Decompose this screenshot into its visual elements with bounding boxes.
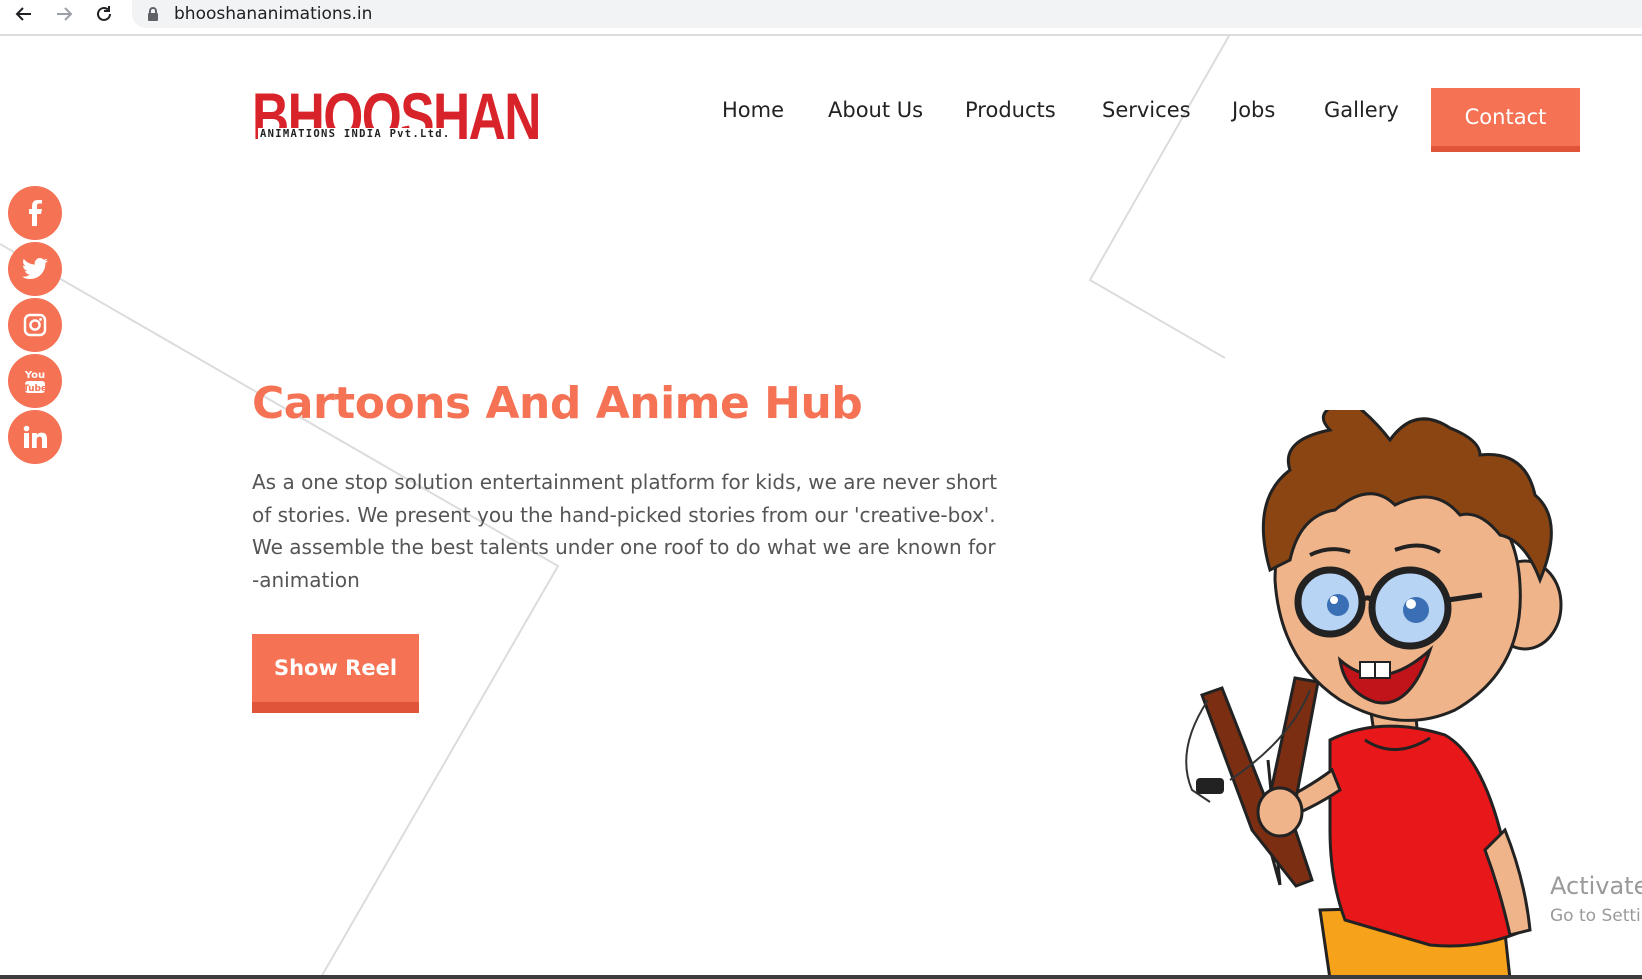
site-logo[interactable]: BHOOSHAN ANIMATIONS INDIA Pvt.Ltd. bbox=[252, 76, 541, 156]
logo-wordmark: BHOOSHAN bbox=[252, 79, 541, 153]
nav-about-us[interactable]: About Us bbox=[828, 98, 923, 122]
nav-jobs[interactable]: Jobs bbox=[1232, 98, 1275, 122]
address-bar[interactable]: bhooshananimations.in bbox=[132, 0, 1642, 28]
watermark-line-2: Go to Settir bbox=[1550, 906, 1642, 926]
logo-subtitle: ANIMATIONS INDIA Pvt.Ltd. bbox=[258, 128, 453, 141]
hero-description-line: As a one stop solution entertainment pla… bbox=[252, 470, 998, 494]
nav-services[interactable]: Services bbox=[1102, 98, 1191, 122]
hero-title: Cartoons And Anime Hub bbox=[252, 378, 863, 429]
instagram-icon[interactable] bbox=[8, 298, 62, 352]
nav-gallery[interactable]: Gallery bbox=[1324, 98, 1399, 122]
reload-icon[interactable] bbox=[90, 0, 118, 28]
linkedin-icon[interactable] bbox=[8, 410, 62, 464]
facebook-icon[interactable] bbox=[8, 186, 62, 240]
hero-description-line: -animation bbox=[252, 567, 360, 592]
nav-home[interactable]: Home bbox=[722, 98, 784, 122]
youtube-icon[interactable]: You Tube bbox=[8, 354, 62, 408]
svg-text:You: You bbox=[24, 370, 45, 381]
arrow-right-icon[interactable] bbox=[50, 0, 78, 28]
svg-text:Tube: Tube bbox=[23, 384, 47, 394]
contact-button[interactable]: Contact bbox=[1431, 88, 1580, 152]
cartoon-boy-illustration bbox=[1185, 410, 1563, 979]
show-reel-button[interactable]: Show Reel bbox=[252, 634, 419, 713]
browser-toolbar: bhooshananimations.in bbox=[0, 0, 1642, 36]
lock-icon bbox=[148, 7, 158, 21]
bottom-edge-bar bbox=[0, 975, 1642, 979]
nav-products[interactable]: Products bbox=[965, 98, 1056, 122]
arrow-left-icon[interactable] bbox=[10, 0, 38, 28]
url-text: bhooshananimations.in bbox=[174, 4, 373, 24]
hero-description-line: We assemble the best talents under one r… bbox=[252, 535, 996, 559]
hero-description-line: of stories. We present you the hand-pick… bbox=[252, 502, 996, 527]
activation-watermark: Activate Go to Settir bbox=[1550, 872, 1642, 926]
twitter-icon[interactable] bbox=[8, 242, 62, 296]
hero-description: As a one stop solution entertainment pla… bbox=[252, 466, 1012, 596]
watermark-line-1: Activate bbox=[1550, 872, 1642, 900]
